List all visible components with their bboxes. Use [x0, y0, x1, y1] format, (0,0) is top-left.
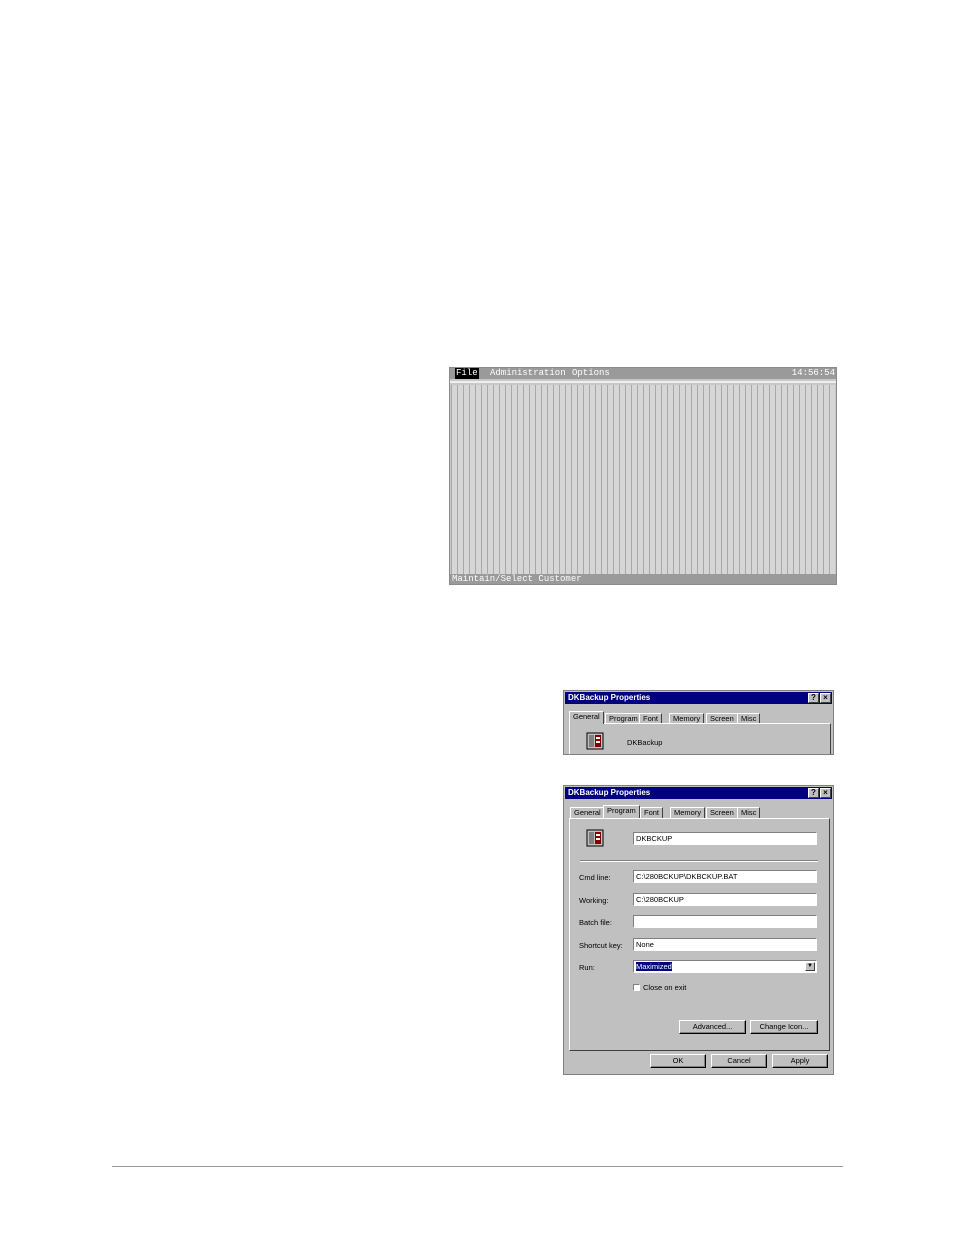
- run-mode-select[interactable]: Maximized ▼: [633, 960, 817, 973]
- working-label: Working:: [579, 896, 609, 905]
- status-line: Maintain/Select Customer: [450, 574, 836, 584]
- menu-options[interactable]: Options: [572, 368, 610, 379]
- program-tab-panel: DKBCKUP Cmd line: C:\280BCKUP\DKBCKUP.BA…: [569, 818, 830, 1051]
- close-on-exit-label: Close on exit: [643, 983, 687, 992]
- dropdown-arrow-icon[interactable]: ▼: [805, 962, 815, 971]
- apply-button[interactable]: Apply: [772, 1054, 828, 1068]
- program-name-field[interactable]: DKBCKUP: [633, 832, 817, 845]
- run-label: Run:: [579, 963, 595, 972]
- help-button[interactable]: ?: [808, 693, 819, 703]
- shortcut-key-label: Shortcut key:: [579, 941, 623, 950]
- run-mode-value: Maximized: [636, 962, 672, 971]
- batch-file-label: Batch file:: [579, 918, 612, 927]
- shortcut-key-field[interactable]: None: [633, 938, 817, 951]
- tab-strip: General Program Font Memory Screen Misc: [569, 805, 829, 818]
- properties-dialog-general: DKBackup Properties ? × General Program …: [563, 690, 834, 755]
- close-button[interactable]: ×: [820, 693, 831, 703]
- footer-rule: [112, 1166, 843, 1167]
- batch-file-field[interactable]: [633, 915, 817, 928]
- close-button[interactable]: ×: [820, 788, 831, 798]
- tab-misc[interactable]: Misc: [737, 807, 761, 818]
- tab-panel: DKBackup: [569, 723, 831, 754]
- working-directory-field[interactable]: C:\280BCKUP: [633, 893, 817, 906]
- tab-general[interactable]: General: [569, 711, 604, 724]
- properties-dialog-program: DKBackup Properties ? × General Program …: [563, 785, 834, 1075]
- dos-application-screen: File Administration Options 14:56:54 Mai…: [449, 367, 837, 585]
- msdos-program-icon: [586, 829, 604, 847]
- ok-button[interactable]: OK: [650, 1054, 706, 1068]
- cancel-button[interactable]: Cancel: [711, 1054, 767, 1068]
- title-bar: DKBackup Properties ? ×: [565, 787, 832, 799]
- menu-divider: [450, 381, 836, 383]
- change-icon-button[interactable]: Change Icon...: [750, 1020, 818, 1034]
- dos-menu-bar: File Administration Options 14:56:54: [450, 368, 836, 379]
- tab-memory[interactable]: Memory: [670, 807, 706, 818]
- program-name: DKBackup: [627, 738, 663, 747]
- menu-administration[interactable]: Administration: [490, 368, 566, 379]
- separator: [580, 860, 818, 862]
- dos-background-pattern: [451, 385, 835, 574]
- cmd-line-field[interactable]: C:\280BCKUP\DKBCKUP.BAT: [633, 870, 817, 883]
- help-button[interactable]: ?: [808, 788, 819, 798]
- title-bar: DKBackup Properties ? ×: [565, 692, 832, 704]
- dialog-title: DKBackup Properties: [568, 693, 651, 702]
- clock: 14:56:54: [791, 368, 835, 378]
- cmd-line-label: Cmd line:: [579, 873, 611, 882]
- tab-font[interactable]: Font: [640, 807, 664, 818]
- menu-file[interactable]: File: [455, 368, 479, 379]
- tab-program[interactable]: Program: [603, 805, 640, 818]
- dialog-title: DKBackup Properties: [568, 788, 651, 797]
- tab-screen[interactable]: Screen: [706, 807, 738, 818]
- tab-general[interactable]: General: [570, 807, 605, 818]
- close-on-exit-checkbox[interactable]: [633, 984, 640, 991]
- advanced-button[interactable]: Advanced...: [679, 1020, 746, 1034]
- msdos-program-icon: [586, 732, 604, 750]
